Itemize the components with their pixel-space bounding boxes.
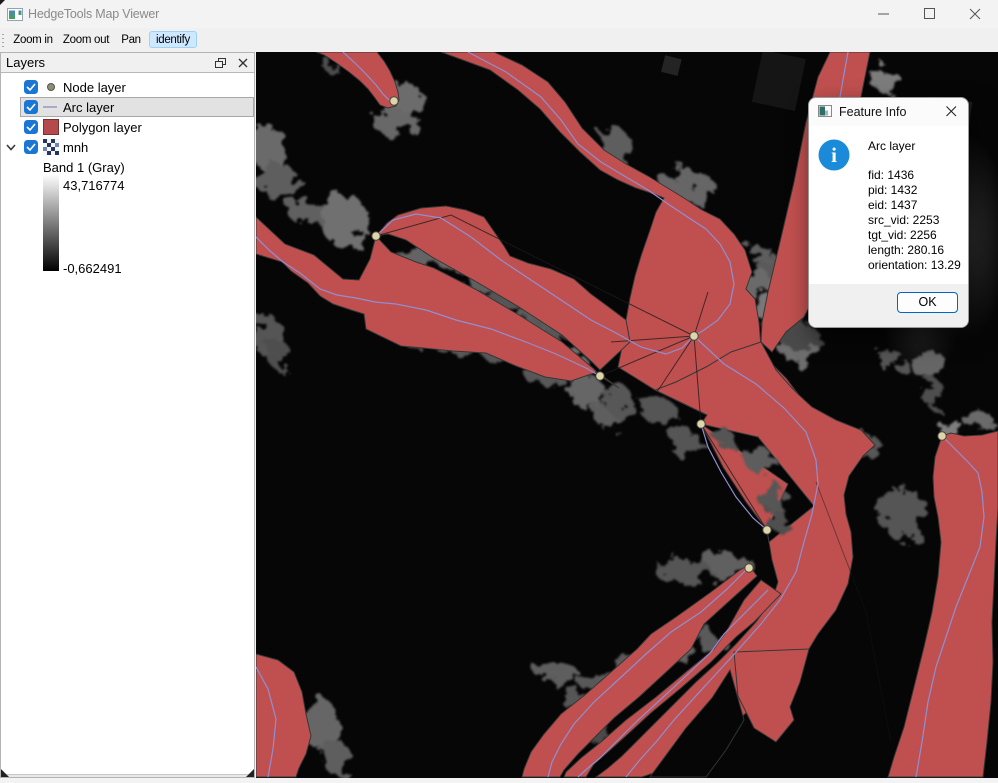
svg-text:i: i — [831, 143, 837, 167]
